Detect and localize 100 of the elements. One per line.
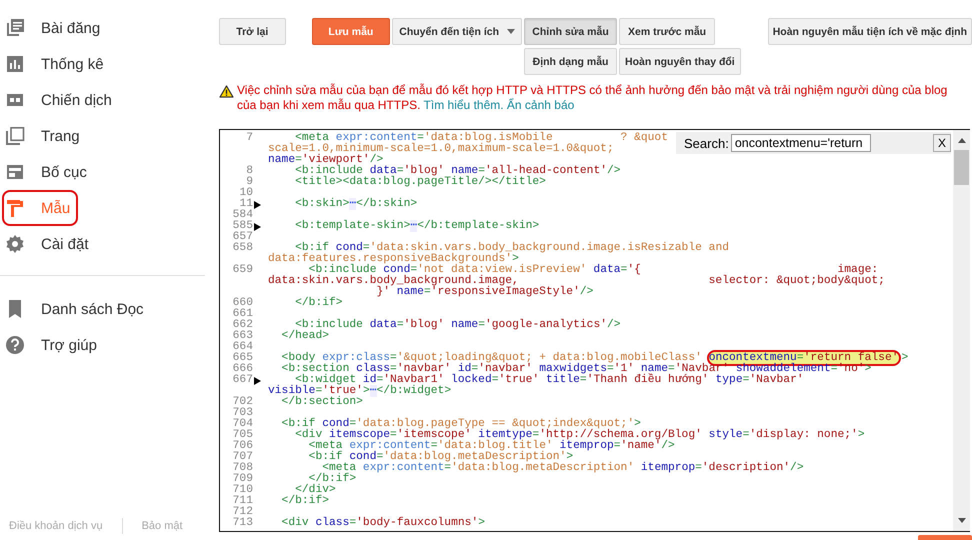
warning-icon	[219, 85, 234, 98]
reset-widgets-button[interactable]: Hoàn nguyên mẫu tiện ích về mặc định	[768, 18, 972, 45]
back-button[interactable]: Trở lại	[219, 18, 286, 45]
fold-marker[interactable]: ⋯	[370, 385, 377, 397]
code-attribute: itemprop	[560, 440, 614, 452]
code-string: 'true'	[322, 385, 363, 397]
fold-arrow-icon[interactable]	[254, 222, 261, 230]
scroll-thumb[interactable]	[954, 150, 969, 185]
documents-icon	[5, 18, 25, 38]
search-match: oncontextmenu='return false'	[708, 352, 899, 364]
code-attribute: data	[368, 319, 397, 331]
sidebar-item[interactable]: Cài đặt	[0, 226, 95, 262]
paint-roller-icon	[5, 198, 25, 218]
fold-arrow-icon[interactable]	[254, 376, 261, 384]
code-tag: =	[830, 363, 838, 375]
jump-to-widget-dropdown[interactable]: Chuyển đến tiện ích	[392, 18, 522, 45]
line-number: 666	[232, 363, 253, 375]
code-attribute: itemscope	[329, 429, 390, 441]
fold-marker[interactable]: ⋯	[349, 198, 356, 210]
code-expression: 'data:blog.title'	[438, 440, 553, 452]
line-number: 711	[232, 495, 253, 507]
learn-more-link[interactable]: Tìm hiểu thêm.	[424, 98, 504, 112]
pages-icon	[5, 126, 25, 146]
help-icon	[5, 335, 25, 355]
line-number: 706	[232, 440, 253, 452]
code-string: 'google-analytics'	[484, 319, 608, 331]
code-tag: </head>	[268, 330, 330, 342]
code-tag: <b:include	[268, 264, 376, 276]
code-attribute: cond	[349, 451, 376, 463]
code-attribute: itemtype	[478, 429, 532, 441]
scroll-up-icon[interactable]	[958, 138, 966, 143]
code-attribute: name	[450, 319, 478, 331]
format-button[interactable]: Định dạng mẫu	[524, 48, 618, 75]
code-string: 'Thanh điều hướng'	[586, 374, 709, 386]
fold-arrow-icon[interactable]	[254, 200, 261, 208]
close-button[interactable]: X	[933, 134, 951, 152]
layout-icon	[5, 162, 25, 182]
code-tag: <b:include	[268, 319, 363, 331]
code-attribute: id	[362, 374, 376, 386]
code-tag: =	[424, 286, 431, 298]
code-tag: <meta	[268, 440, 343, 452]
code-string: '1'	[614, 363, 634, 375]
sidebar-item[interactable]: Trang	[0, 118, 86, 154]
line-number: 657	[232, 231, 253, 243]
code-tag: =	[295, 154, 302, 166]
code-attribute: data	[370, 165, 397, 177]
code-string: 'blog'	[404, 319, 444, 331]
code-string: 'http://schema.org/Blog'	[539, 429, 702, 441]
line-number: 664	[232, 341, 253, 353]
code-tag: <b:if	[268, 418, 316, 430]
code-tag: =	[315, 385, 322, 397]
sidebar-item[interactable]: Bố cục	[0, 154, 93, 190]
code-attribute: class	[355, 363, 390, 375]
code-attribute: expr:content	[348, 440, 431, 452]
hide-warning-link[interactable]: Ẩn cảnh báo	[506, 98, 574, 112]
code-string: }'	[375, 286, 390, 298]
code-expression: '&quot;loading&quot; + data:blog.mobileClass'	[396, 352, 702, 364]
code-tag: >	[634, 418, 641, 430]
line-number: 8	[246, 165, 253, 177]
code-attribute: title	[544, 374, 580, 386]
code-tag: =	[695, 462, 702, 474]
line-number: 661	[232, 308, 253, 320]
fold-marker[interactable]: ⋯	[410, 220, 418, 232]
code-attribute: expr:class	[322, 352, 390, 364]
code-tag: =	[478, 319, 485, 331]
code-attribute: visible	[268, 385, 316, 397]
code-tag: />	[790, 462, 804, 474]
search-field[interactable]: oncontextmenu='return	[730, 134, 871, 152]
line-number: 660	[232, 297, 253, 309]
code-tag: =	[390, 363, 397, 375]
line-number: 703	[232, 407, 253, 419]
mode-tab[interactable]: Xem trước mẫu	[619, 18, 716, 45]
code-tag: =	[349, 517, 356, 529]
sidebar-item[interactable]: Bài đăng	[0, 10, 106, 46]
code-tag: >	[902, 352, 908, 364]
mode-tab[interactable]: Chỉnh sửa mẫu	[524, 18, 618, 45]
code-expression: 'data:blog.pageType == &quot;index&quot;'	[356, 418, 634, 430]
line-number: 662	[232, 319, 253, 331]
code-tag: =	[349, 418, 356, 430]
line-number: 713	[232, 517, 253, 529]
code-string: 'no'	[838, 363, 865, 375]
scroll-down-icon[interactable]	[958, 518, 966, 523]
code-tag: <b:include	[268, 165, 363, 177]
code-tag: =	[620, 264, 628, 276]
sidebar-item[interactable]: Danh sách Đọc	[0, 291, 150, 327]
code-tag: </b:skin>	[356, 198, 418, 210]
revert-button[interactable]: Hoàn nguyên thay đổi	[619, 48, 741, 75]
caret-icon	[507, 29, 516, 34]
sidebar-item[interactable]: Chiến dịch	[0, 82, 118, 118]
code-tag: =	[532, 429, 540, 441]
code-tag: <meta	[268, 462, 356, 474]
code-attribute: maxwidgets	[538, 363, 607, 375]
sidebar-item[interactable]: Trợ giúp	[0, 327, 103, 363]
code-editor[interactable]	[219, 129, 970, 532]
code-tag: </b:section>	[268, 396, 363, 408]
code-tag: </b:if>	[268, 495, 330, 507]
sidebar-item[interactable]: Thống kê	[0, 46, 110, 82]
code-string: 'Navbar'	[674, 363, 730, 375]
scrollbar[interactable]	[953, 130, 970, 531]
code-tag: </div>	[268, 484, 336, 496]
